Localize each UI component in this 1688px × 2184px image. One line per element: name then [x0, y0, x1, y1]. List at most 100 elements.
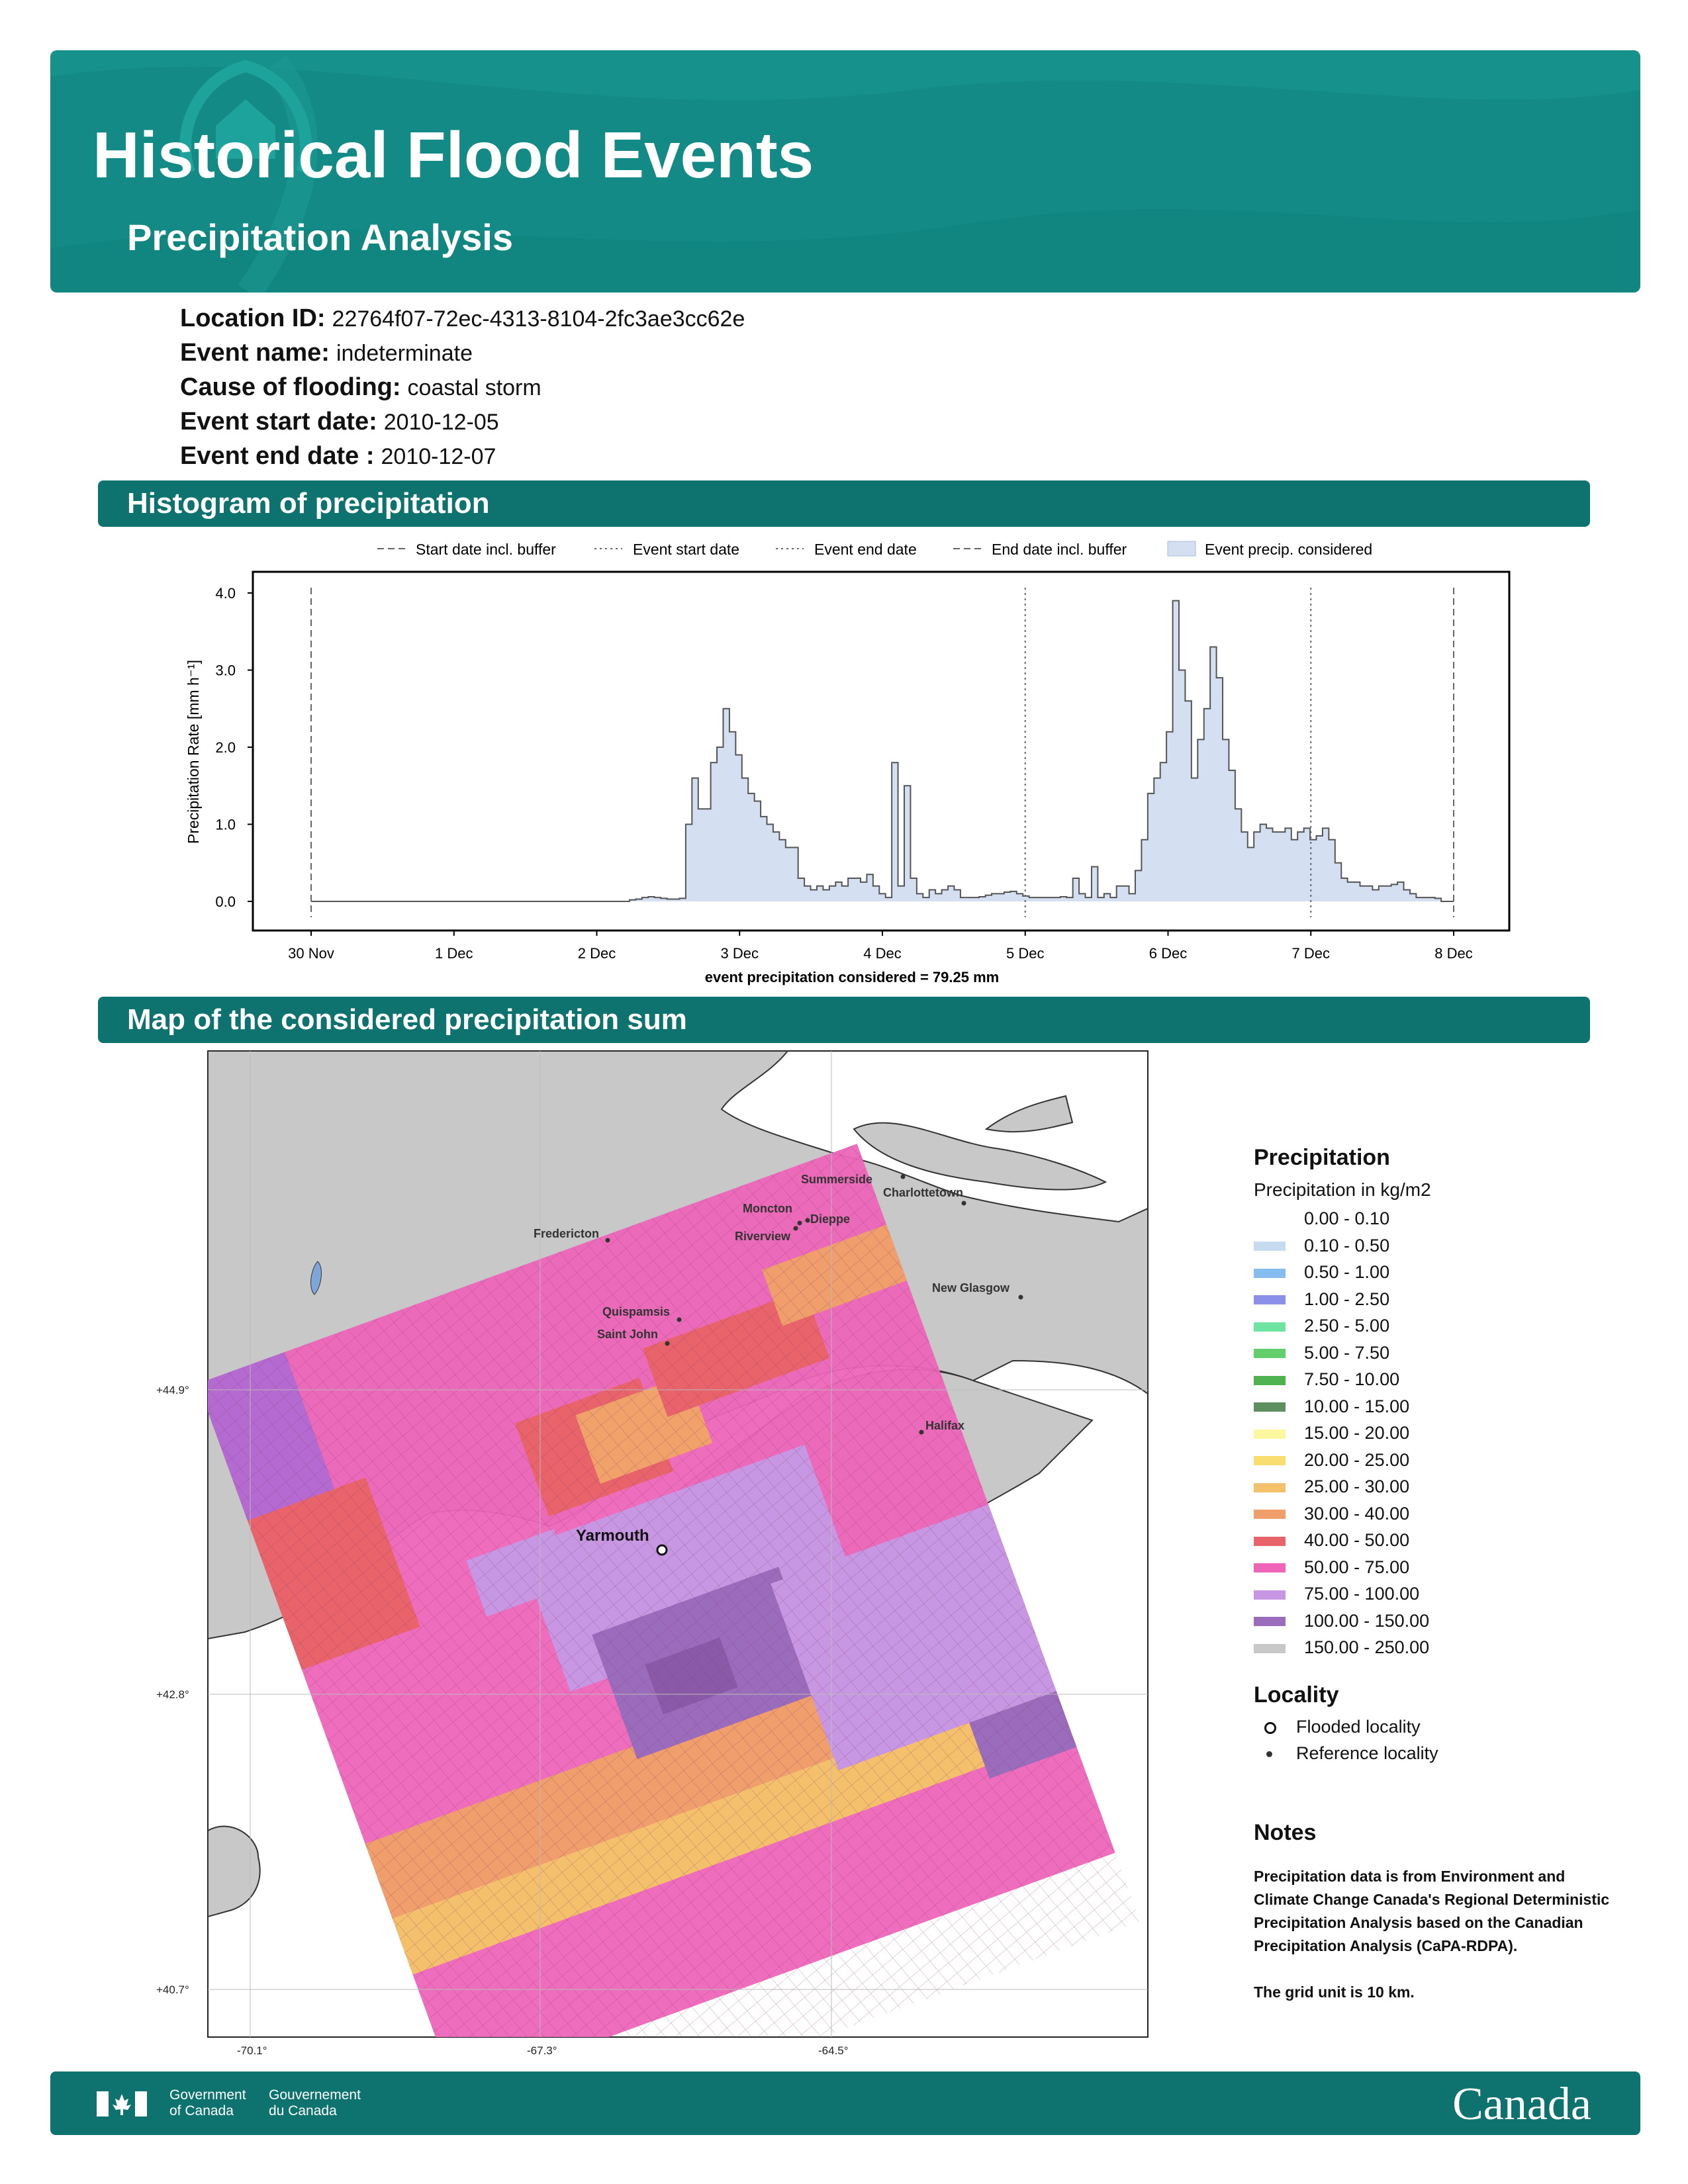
- legend-precip-title: Precipitation: [1254, 1145, 1390, 1170]
- legend-swatch: [1254, 1643, 1286, 1653]
- notes-title: Notes: [1254, 1820, 1317, 1845]
- locality-riverview: Riverview: [735, 1230, 791, 1243]
- legend-class-label: 30.00 - 40.00: [1304, 1503, 1410, 1524]
- canada-wordmark: Canada: [1452, 2079, 1591, 2130]
- notes-text-source: Precipitation data is from Environment a…: [1254, 1868, 1610, 1954]
- histogram-bar: [829, 886, 836, 901]
- legend-class-item: 30.00 - 40.00: [1254, 1504, 1409, 1524]
- y-tick-label: 2.0: [215, 739, 236, 756]
- histogram-bar: [1272, 832, 1280, 901]
- locality-charlottetown: Charlottetown: [883, 1186, 963, 1199]
- legend-precip-subtitle: Precipitation in kg/m2: [1254, 1179, 1431, 1200]
- legend-swatch: [1254, 1456, 1286, 1466]
- histogram-bar: [941, 889, 949, 901]
- info-end-date: Event end date :2010-12-07: [180, 442, 496, 471]
- histogram-bar: [723, 708, 730, 901]
- histogram-bar: [1347, 882, 1354, 901]
- flooded-locality-label: Yarmouth: [576, 1527, 649, 1545]
- legend-swatch: [1254, 1590, 1286, 1600]
- histogram-bar: [785, 847, 792, 901]
- histogram-bar: [1203, 708, 1211, 901]
- legend-swatch: [1254, 1617, 1286, 1627]
- legend-class-item: 25.00 - 30.00: [1254, 1477, 1409, 1497]
- histogram-bar: [685, 824, 692, 901]
- histogram-bar: [773, 832, 780, 901]
- histogram-bar: [810, 889, 818, 901]
- histogram-bar: [898, 886, 905, 901]
- info-value: indeterminate: [336, 341, 473, 366]
- histogram-bar: [1004, 892, 1011, 901]
- info-label: Event end date :: [180, 442, 375, 470]
- x-tick-label: 30 Nov: [288, 945, 334, 962]
- legend-class-item: 20.00 - 25.00: [1254, 1450, 1409, 1471]
- legend-reference: Reference locality: [1264, 1743, 1438, 1764]
- lon-label-1: -70.1°: [237, 2044, 267, 2056]
- histogram-bar: [698, 809, 705, 901]
- histogram-bar: [1297, 832, 1305, 901]
- legend-swatch: [1254, 1482, 1286, 1492]
- lat-label-3: +40.7°: [156, 1983, 189, 1996]
- info-label: Event name:: [180, 339, 330, 367]
- x-tick-label: 4 Dec: [863, 945, 901, 962]
- info-label: Cause of flooding:: [180, 373, 401, 401]
- histogram-section-title: Histogram of precipitation: [127, 487, 490, 520]
- histogram-bar: [710, 762, 718, 901]
- legend-class-item: 10.00 - 15.00: [1254, 1396, 1409, 1417]
- legend-class-item: 1.00 - 2.50: [1254, 1289, 1389, 1310]
- flooded-marker-icon: [1264, 1721, 1276, 1734]
- histogram-bar: [1260, 824, 1267, 901]
- locality-dieppe: Dieppe: [810, 1212, 850, 1226]
- legend-start-buffer: Start date incl. buffer: [416, 541, 556, 558]
- info-value: 2010-12-07: [381, 444, 496, 469]
- legend-class-item: 0.50 - 1.00: [1254, 1262, 1389, 1283]
- lat-label-1: +44.9°: [156, 1384, 189, 1396]
- precipitation-map: Summerside Charlottetown Moncton Dieppe …: [156, 1050, 1149, 2056]
- x-tick-label: 7 Dec: [1292, 945, 1330, 962]
- legend-class-item: 0.10 - 0.50: [1254, 1236, 1389, 1256]
- footer: Government of Canada Gouvernement du Can…: [50, 2071, 1640, 2135]
- info-value: 22764f07-72ec-4313-8104-2fc3ae3cc62e: [332, 306, 745, 332]
- legend-class-label: 25.00 - 30.00: [1304, 1477, 1410, 1496]
- histogram-bar: [717, 747, 724, 901]
- histogram-bar: [1160, 762, 1167, 901]
- y-tick-label: 4.0: [215, 585, 236, 602]
- histogram-bar: [1360, 886, 1367, 901]
- x-tick-label: 2 Dec: [578, 945, 616, 962]
- histogram-bar: [1197, 739, 1205, 901]
- page-title: Historical Flood Events: [93, 118, 814, 191]
- y-tick-label: 1.0: [215, 817, 236, 833]
- legend-class-item: 15.00 - 20.00: [1254, 1423, 1409, 1443]
- histogram-bar: [704, 809, 712, 901]
- legend-swatch: [1254, 1214, 1286, 1224]
- legend-class-label: 100.00 - 150.00: [1304, 1610, 1430, 1631]
- info-location-id: Location ID: 22764f07-72ec-4313-8104-2fc3…: [180, 304, 745, 333]
- legend-locality-title: Locality: [1254, 1682, 1339, 1707]
- notes-text-grid: The grid unit is 10 km.: [1254, 1983, 1415, 2001]
- histogram-bar: [1116, 886, 1123, 901]
- histogram-bar: [1254, 832, 1261, 901]
- x-tick-label: 5 Dec: [1006, 945, 1044, 962]
- legend-swatch: [1254, 1349, 1286, 1359]
- histogram-bar: [1135, 870, 1142, 901]
- histogram-bar: [823, 889, 830, 901]
- histogram-bar: [1129, 893, 1136, 901]
- locality-new-glasgow: New Glasgow: [932, 1281, 1010, 1295]
- info-value: 2010-12-05: [383, 410, 499, 435]
- legend-class-label: 0.50 - 1.00: [1304, 1262, 1390, 1282]
- legend-class-item: 5.00 - 7.50: [1254, 1343, 1389, 1363]
- histogram-legend: Start date incl. buffer Event start date…: [377, 541, 1372, 558]
- histogram-bar: [1141, 839, 1149, 901]
- histogram-bar: [1378, 886, 1385, 901]
- legend-class-item: 40.00 - 50.00: [1254, 1530, 1409, 1551]
- reference-marker-icon: [1266, 1751, 1272, 1758]
- legend-class-label: 0.10 - 0.50: [1304, 1235, 1390, 1255]
- histogram-bar: [1291, 839, 1298, 901]
- lon-label-2: -67.3°: [527, 2044, 557, 2056]
- histogram-bar: [761, 816, 768, 901]
- legend-class-label: 1.00 - 2.50: [1304, 1289, 1390, 1309]
- histogram-bar: [848, 878, 855, 901]
- legend-class-label: 40.00 - 50.00: [1304, 1530, 1410, 1550]
- x-tick-label: 6 Dec: [1149, 945, 1187, 962]
- page-subtitle: Precipitation Analysis: [127, 216, 513, 258]
- histogram-bar: [841, 886, 849, 901]
